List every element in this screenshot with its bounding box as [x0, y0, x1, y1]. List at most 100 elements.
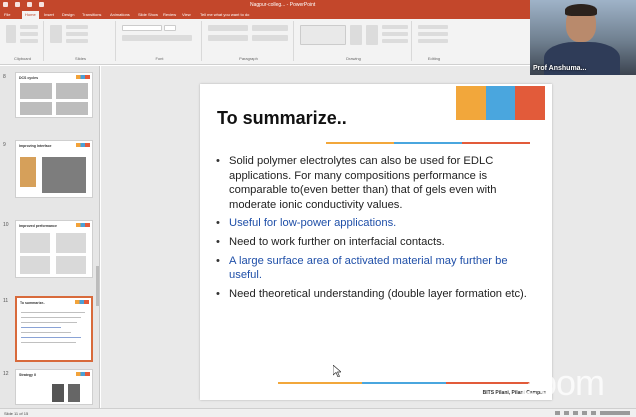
shape-effects-button[interactable]	[382, 39, 408, 43]
normal-view-icon[interactable]	[573, 411, 578, 415]
slide-thumbnail-pane: 8 DCS cycles 9 Improving Interface 10 Im…	[0, 66, 100, 408]
bullet-list[interactable]: Solid polymer electrolytes can also be u…	[210, 154, 540, 305]
logo-block-orange	[456, 86, 486, 120]
tab-animations[interactable]: Animations	[110, 12, 130, 17]
slide-title[interactable]: To summarize..	[217, 108, 347, 129]
quick-styles-button[interactable]	[366, 25, 378, 45]
logo-block-red	[515, 86, 546, 120]
redo-icon[interactable]	[27, 2, 32, 7]
bits-logo-strip	[456, 86, 546, 120]
shape-outline-button[interactable]	[382, 32, 408, 36]
thumbnail-text-line	[21, 332, 71, 333]
clipboard-label: Clipboard	[13, 56, 32, 61]
participant-name-label: Prof Anshuma...	[533, 65, 587, 72]
slide-thumbnail[interactable]: Strategy II	[15, 369, 93, 405]
slide-thumbnail-selected[interactable]: To summarize..	[15, 296, 93, 362]
tell-me-search[interactable]: Tell me what you want to do	[200, 12, 249, 17]
paragraph-group: Paragraph	[204, 21, 294, 61]
tab-home[interactable]: Home	[22, 11, 39, 19]
zoom-slider[interactable]	[600, 411, 630, 415]
thumbnail-text-line	[21, 322, 77, 323]
bullet-item: Useful for low-power applications.	[210, 216, 540, 231]
slide-thumbnail[interactable]: Improved performance	[15, 220, 93, 278]
copy-icon[interactable]	[20, 32, 38, 36]
thumbnail-title: Improving Interface	[19, 144, 52, 148]
mouse-cursor-icon	[333, 365, 341, 377]
thumbnail-accent	[76, 143, 90, 147]
present-icon[interactable]	[39, 2, 44, 7]
thumbnail-figure	[20, 157, 36, 187]
thumbnail-accent	[76, 372, 90, 376]
font-name-select[interactable]	[122, 25, 162, 31]
section-button[interactable]	[66, 39, 88, 43]
thumbnail-number: 12	[3, 371, 9, 377]
font-size-select[interactable]	[164, 25, 176, 31]
footer-accent-bars	[278, 382, 530, 384]
editing-label: Editing	[427, 56, 441, 61]
font-format-buttons[interactable]	[122, 35, 192, 41]
save-icon[interactable]	[3, 2, 8, 7]
list-buttons[interactable]	[208, 25, 248, 31]
thumbnail-number: 10	[3, 222, 9, 228]
tab-slide-show[interactable]: Slide Show	[138, 12, 158, 17]
thumbnail-title: DCS cycles	[19, 76, 39, 80]
editing-group: Editing	[414, 21, 454, 61]
notes-icon[interactable]	[555, 411, 560, 415]
thumbnail-figure	[20, 83, 52, 99]
logo-block-blue	[485, 86, 516, 120]
drawing-label: Drawing	[346, 56, 361, 61]
current-slide[interactable]: To summarize.. Solid polymer electrolyte…	[200, 84, 552, 400]
thumbnail-title: Strategy II	[19, 373, 36, 377]
text-direction-button[interactable]	[252, 25, 288, 31]
paste-icon[interactable]	[6, 25, 16, 43]
find-button[interactable]	[418, 25, 448, 29]
shape-fill-button[interactable]	[382, 25, 408, 29]
undo-icon[interactable]	[15, 2, 20, 7]
replace-button[interactable]	[418, 32, 448, 36]
tab-design[interactable]: Design	[62, 12, 74, 17]
thumbnail-accent	[76, 75, 90, 79]
thumbnail-title: Improved performance	[19, 224, 57, 228]
arrange-button[interactable]	[350, 25, 362, 45]
slide-sorter-icon[interactable]	[582, 411, 587, 415]
thumbnail-title: To summarize..	[20, 301, 46, 305]
bullet-item: Solid polymer electrolytes can also be u…	[210, 154, 540, 212]
paragraph-label: Paragraph	[239, 56, 258, 61]
view-controls	[555, 411, 630, 415]
slide-thumbnail[interactable]: Improving Interface	[15, 140, 93, 198]
bullet-item: A large surface area of activated materi…	[210, 254, 540, 283]
reading-view-icon[interactable]	[591, 411, 596, 415]
thumbnail-figure	[56, 83, 88, 99]
thumbnail-text-line	[21, 312, 85, 313]
tab-view[interactable]: View	[182, 12, 191, 17]
align-buttons[interactable]	[208, 35, 248, 41]
webcam-video-feed[interactable]: Prof Anshuma...	[530, 0, 636, 75]
tab-transitions[interactable]: Transitions	[82, 12, 101, 17]
thumbnail-accent	[76, 223, 90, 227]
thumbnail-figure	[56, 102, 88, 115]
thumbnail-text-line	[21, 317, 81, 318]
format-painter-icon[interactable]	[20, 39, 38, 43]
layout-button[interactable]	[66, 25, 88, 29]
tab-file[interactable]: File	[4, 12, 10, 17]
thumbnail-number: 8	[3, 74, 6, 80]
reset-button[interactable]	[66, 32, 88, 36]
clipboard-group: Clipboard	[2, 21, 44, 61]
thumbnail-scrollbar[interactable]	[96, 266, 99, 306]
select-button[interactable]	[418, 39, 448, 43]
smartart-button[interactable]	[252, 35, 288, 41]
new-slide-button[interactable]	[50, 25, 62, 43]
cut-icon[interactable]	[20, 25, 38, 29]
shapes-gallery[interactable]	[300, 25, 346, 45]
slide-thumbnail[interactable]: DCS cycles	[15, 72, 93, 118]
tab-insert[interactable]: Insert	[44, 12, 54, 17]
drawing-group: Drawing	[296, 21, 412, 61]
thumbnail-figure	[20, 256, 50, 274]
slides-label: Slides	[75, 56, 86, 61]
font-group: Font	[118, 21, 202, 61]
thumbnail-figure	[68, 384, 80, 402]
thumbnail-figure	[52, 384, 64, 402]
comments-icon[interactable]	[564, 411, 569, 415]
tab-review[interactable]: Review	[163, 12, 176, 17]
thumbnail-text-line	[21, 337, 81, 338]
